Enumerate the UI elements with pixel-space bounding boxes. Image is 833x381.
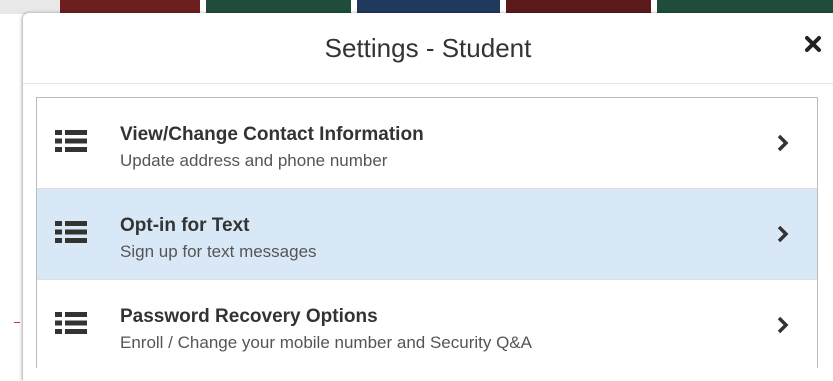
item-title: Password Recovery Options: [120, 306, 378, 327]
list-icon: [55, 130, 87, 152]
list-icon: [55, 221, 87, 243]
item-title: View/Change Contact Information: [120, 124, 424, 145]
chevron-right-icon: [777, 316, 789, 334]
item-title: Opt-in for Text: [120, 215, 250, 236]
item-subtitle: Update address and phone number: [120, 151, 388, 170]
settings-modal: Settings - Student View/Change Contact I…: [23, 13, 833, 381]
settings-item-password-recovery[interactable]: Password Recovery Options Enroll / Chang…: [37, 280, 817, 369]
list-icon: [55, 312, 87, 334]
settings-list: View/Change Contact Information Update a…: [36, 97, 818, 369]
background-tiles: [0, 0, 833, 14]
settings-item-contact-info[interactable]: View/Change Contact Information Update a…: [37, 98, 817, 189]
background-mark: [14, 322, 20, 323]
item-subtitle: Enroll / Change your mobile number and S…: [120, 333, 532, 352]
close-button[interactable]: [801, 32, 825, 56]
modal-header: Settings - Student: [23, 13, 833, 84]
close-icon: [805, 36, 821, 52]
settings-item-opt-in-text[interactable]: Opt-in for Text Sign up for text message…: [37, 189, 817, 280]
modal-title: Settings - Student: [324, 33, 532, 63]
chevron-right-icon: [777, 225, 789, 243]
chevron-right-icon: [777, 134, 789, 152]
item-subtitle: Sign up for text messages: [120, 242, 317, 261]
